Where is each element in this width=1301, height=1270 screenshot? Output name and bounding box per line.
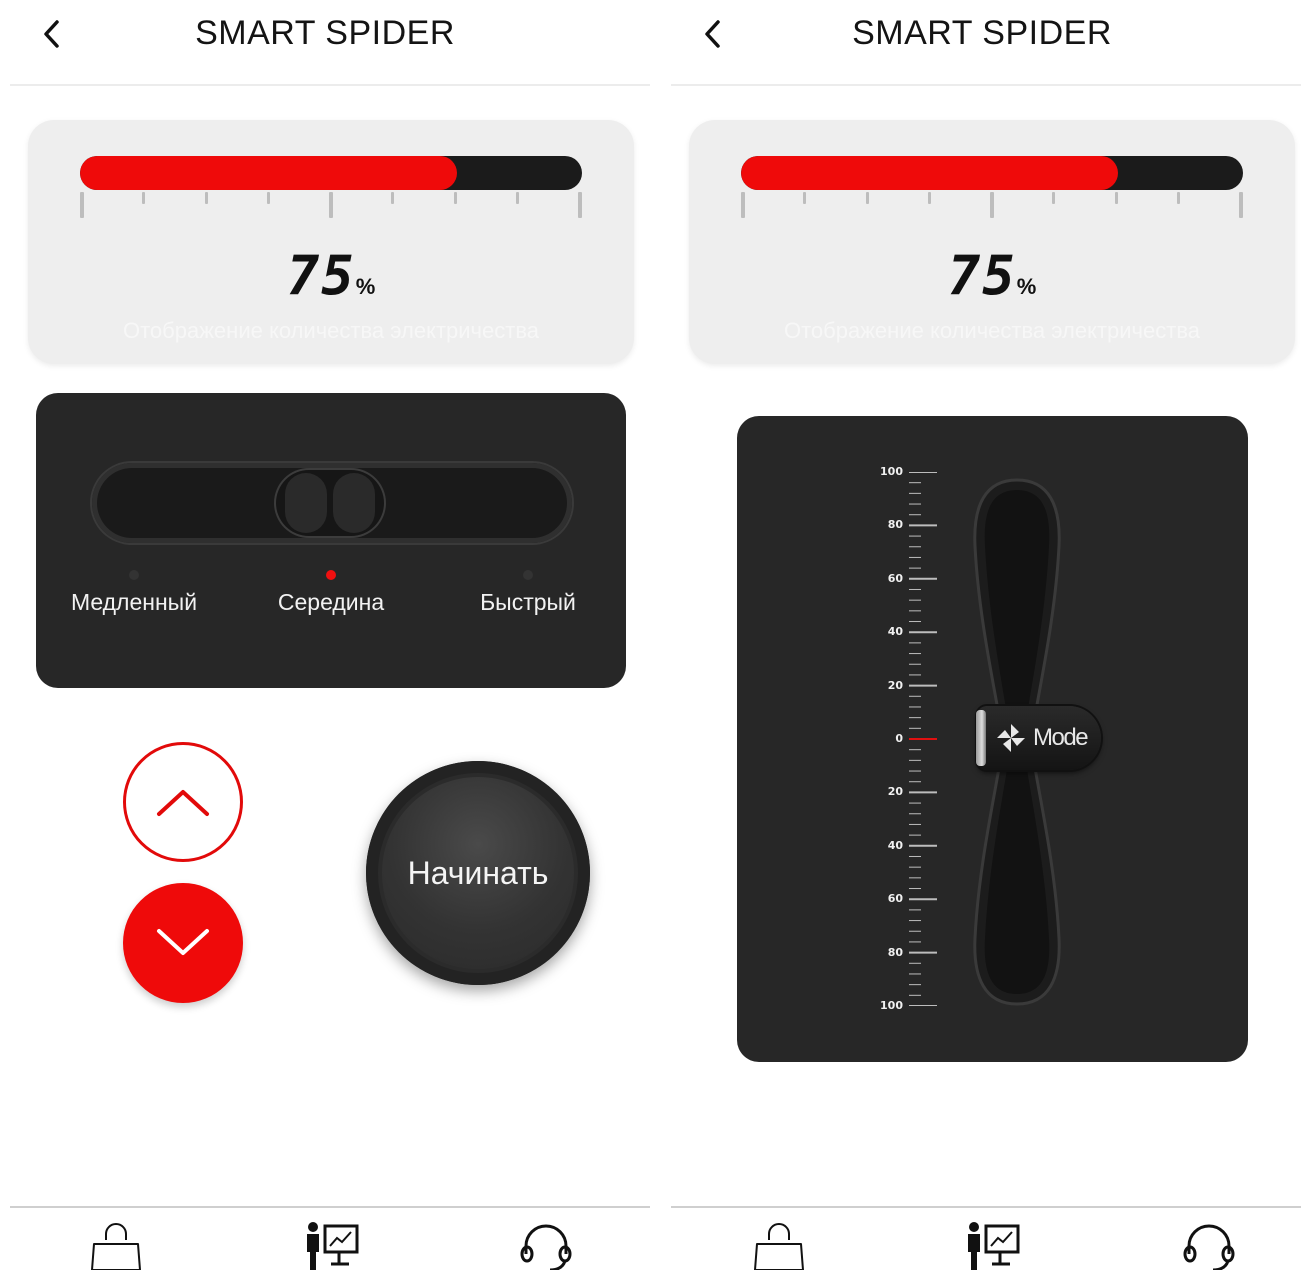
nav-training[interactable] [963,1220,1023,1270]
battery-tick [1177,192,1180,204]
speed-dot-fast [523,570,533,580]
battery-value: 75 [947,244,1017,307]
header-divider [10,84,650,86]
start-button[interactable]: Начинать [366,761,590,985]
scale-label: 60 [887,892,903,905]
speed-option-slow[interactable]: Медленный [34,589,234,616]
decrease-button[interactable] [123,883,243,1003]
speed-option-fast[interactable]: Быстрый [428,589,628,616]
header: SMART SPIDER [651,0,1301,86]
nav-shop[interactable] [749,1220,809,1270]
mode-control-card: 100 80 60 40 20 0 20 40 60 80 100 Mode [737,416,1248,1062]
mode-screen: SMART SPIDER 75% Отображение количества … [651,0,1301,1270]
fan-icon [997,724,1025,752]
battery-tick [454,192,457,204]
battery-tick [803,192,806,204]
scale-label: 100 [880,465,903,478]
shopping-bag-icon [91,1223,141,1270]
shopping-bag-icon [754,1223,804,1270]
header: SMART SPIDER [0,0,650,86]
battery-tick [990,192,994,218]
battery-bar [80,156,582,190]
battery-percent: 75% [28,244,634,307]
battery-value: 75 [286,244,356,307]
scale-label: 0 [895,732,903,745]
nav-support[interactable] [1179,1220,1239,1270]
scale-label: 40 [887,625,903,638]
bottom-nav [0,1206,650,1270]
battery-card: 75% Отображение количества электричества [689,120,1295,364]
battery-percent: 75% [689,244,1295,307]
battery-tick [1115,192,1118,204]
battery-tick [142,192,145,204]
battery-caption: Отображение количества электричества [783,318,1201,343]
mode-knob[interactable]: Mode [976,706,1101,770]
speed-screen: SMART SPIDER 75% Отображение количества … [0,0,650,1270]
battery-tick [80,192,84,218]
headset-icon [1183,1224,1235,1270]
scale-label: 80 [887,518,903,531]
scale-label: 80 [887,946,903,959]
battery-fill [80,156,457,190]
nav-support[interactable] [516,1220,576,1270]
battery-unit: % [1016,274,1037,299]
presentation-icon [968,1222,1020,1270]
battery-tick [1052,192,1055,204]
bottom-nav [651,1206,1301,1270]
nav-training[interactable] [302,1220,362,1270]
battery-card: 75% Отображение количества электричества [28,120,634,364]
battery-bar [741,156,1243,190]
header-divider [671,84,1301,86]
mode-scale: 100 80 60 40 20 0 20 40 60 80 100 [857,464,977,1024]
scale-label: 100 [880,999,903,1012]
battery-fill [741,156,1118,190]
battery-tick [578,192,582,218]
battery-tick [267,192,270,204]
page-title: SMART SPIDER [195,14,455,52]
start-button-label: Начинать [407,854,549,891]
headset-icon [520,1224,572,1270]
speed-option-middle[interactable]: Середина [231,589,431,616]
increase-button[interactable] [123,742,243,862]
speed-dot-slow [129,570,139,580]
battery-ticks [741,192,1243,220]
speed-indicators [36,570,626,580]
scale-label: 60 [887,572,903,585]
battery-tick [391,192,394,204]
battery-tick [516,192,519,204]
battery-ticks [80,192,582,220]
speed-slider-knob[interactable] [276,470,384,536]
nav-shop[interactable] [86,1220,146,1270]
mode-knob-label: Mode [1033,724,1089,751]
presentation-icon [307,1222,359,1270]
speed-dot-middle [326,570,336,580]
chevron-down-icon [157,929,209,955]
scale-label: 20 [887,679,903,692]
chevron-up-icon [157,790,209,816]
battery-tick [1239,192,1243,218]
scale-label: 40 [887,839,903,852]
battery-unit: % [355,274,376,299]
page-title: SMART SPIDER [852,14,1112,52]
battery-tick [928,192,931,204]
battery-caption: Отображение количества электричества [122,318,540,343]
scale-label: 20 [887,785,903,798]
battery-tick [329,192,333,218]
scale-ticks [909,472,937,1006]
battery-tick [866,192,869,204]
speed-selector-card: Медленный Середина Быстрый [36,393,626,688]
battery-tick [741,192,745,218]
battery-tick [205,192,208,204]
